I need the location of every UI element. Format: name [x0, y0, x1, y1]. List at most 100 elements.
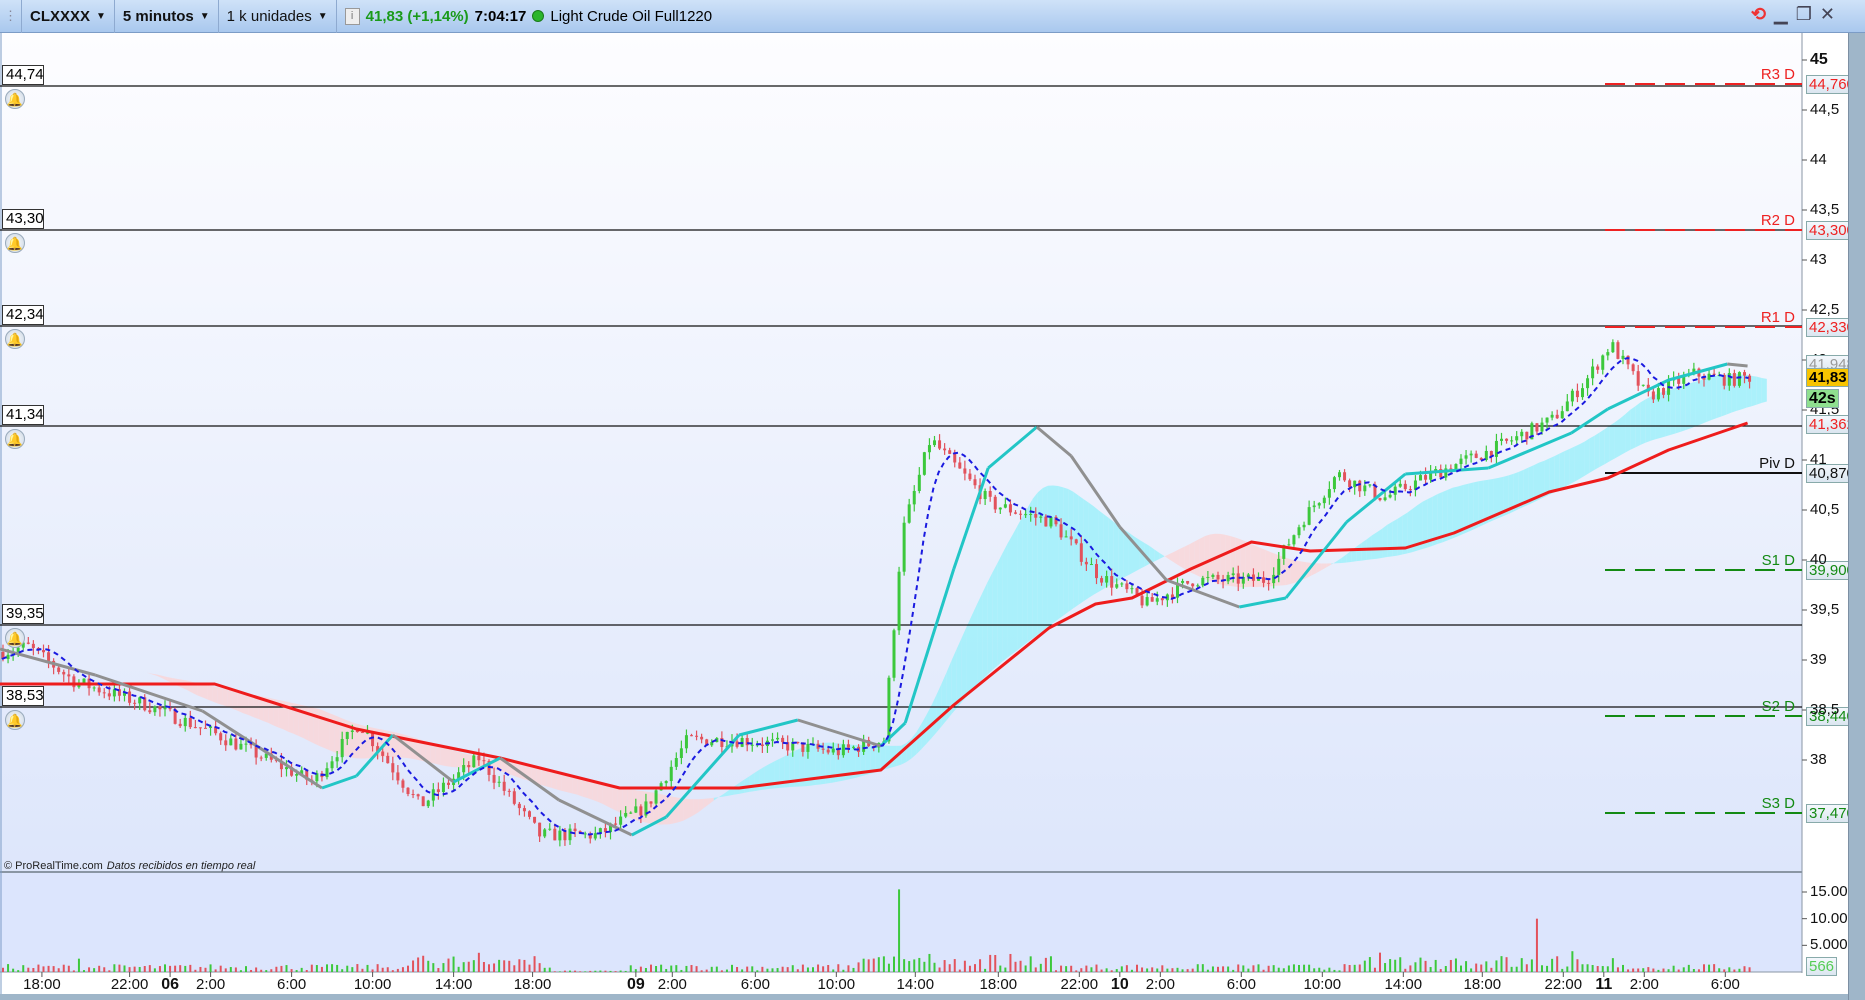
candle-body — [1631, 364, 1635, 372]
ichimoku-cloud-segment — [551, 771, 557, 790]
ichimoku-cloud-segment — [232, 690, 238, 711]
bell-icon[interactable]: 🔔 — [5, 429, 25, 449]
ichimoku-cloud-segment — [1630, 406, 1636, 450]
side-panel-strip[interactable] — [1848, 33, 1865, 1000]
candle-body — [543, 829, 547, 837]
alert-label[interactable]: 39,35 — [2, 604, 44, 624]
candle-body — [1155, 598, 1159, 602]
candle-body — [1535, 423, 1539, 432]
ichimoku-cloud-segment — [1756, 376, 1762, 405]
price-tick-label: 38,5 — [1810, 701, 1840, 718]
candle-body — [927, 445, 931, 453]
ichimoku-cloud-segment — [597, 783, 603, 804]
ichimoku-cloud-segment — [536, 767, 542, 786]
candle-body — [26, 642, 30, 644]
ichimoku-cloud-segment — [1594, 432, 1600, 470]
ichimoku-cloud-segment — [329, 712, 335, 753]
restore-icon[interactable]: ❐ — [1796, 4, 1812, 25]
candle — [897, 566, 901, 635]
price-tick-label: 40 — [1810, 551, 1827, 568]
drag-handle-icon[interactable]: ⋮ — [0, 0, 22, 33]
candle-body — [1586, 378, 1590, 389]
ichimoku-cloud-segment — [445, 748, 451, 767]
candle-body — [1100, 578, 1104, 583]
ichimoku-cloud-segment — [1711, 375, 1717, 421]
candle-body — [153, 706, 157, 713]
candle-body — [1029, 513, 1033, 515]
chevron-down-icon: ▼ — [96, 10, 106, 22]
alert-label[interactable]: 41,34 — [2, 405, 44, 425]
candle-body — [1494, 440, 1498, 457]
candle-body — [912, 490, 916, 505]
candle-body — [340, 738, 344, 758]
chart-toolbar: ⋮ CLXXXX ▼ 5 minutos ▼ 1 k unidades ▼ i 41,… — [0, 0, 1865, 33]
candle-body — [477, 755, 481, 761]
bell-icon[interactable]: 🔔 — [5, 233, 25, 253]
time-tick-label: 14:00 — [896, 976, 935, 993]
alert-label[interactable]: 42,34 — [2, 305, 44, 325]
refresh-icon[interactable]: ⟲ — [1751, 4, 1766, 25]
candle-body — [1505, 438, 1509, 441]
alert-label[interactable]: 43,30 — [2, 209, 44, 229]
bell-icon[interactable]: 🔔 — [5, 710, 25, 730]
candle-body — [112, 689, 116, 697]
bottom-tabs[interactable] — [0, 994, 1848, 1000]
candle-body — [1019, 513, 1023, 515]
pivot-name: R3 D — [1760, 66, 1795, 83]
ichimoku-cloud-segment — [1371, 532, 1377, 560]
candle-body — [472, 755, 476, 768]
candle-body — [97, 687, 101, 693]
close-icon[interactable]: ✕ — [1820, 4, 1835, 25]
candle-body — [1560, 411, 1564, 419]
minimize-icon[interactable]: ▁ — [1774, 4, 1788, 25]
candle-body — [1515, 436, 1519, 441]
ichimoku-cloud-segment — [1047, 485, 1053, 627]
candle-body — [1024, 514, 1028, 516]
candle-body — [1555, 414, 1559, 419]
bell-icon[interactable]: 🔔 — [5, 329, 25, 349]
candle-body — [1611, 342, 1615, 353]
candle-body — [649, 801, 653, 804]
ichimoku-cloud-segment — [1012, 525, 1018, 654]
time-tick-label: 10:00 — [1303, 976, 1342, 993]
candle-body — [897, 571, 901, 631]
candle-body — [133, 702, 137, 704]
ichimoku-cloud-segment — [572, 776, 578, 795]
candle-body — [330, 761, 334, 769]
ichimoku-cloud-segment — [303, 705, 309, 741]
ichimoku-cloud-segment — [1640, 399, 1646, 446]
candle-body — [1459, 458, 1463, 465]
candle-body — [1393, 486, 1397, 495]
ichimoku-cloud-segment — [992, 563, 998, 671]
symbol-selector[interactable]: CLXXXX ▼ — [22, 0, 115, 33]
candle-body — [416, 794, 420, 797]
bell-icon[interactable]: 🔔 — [5, 89, 25, 109]
bell-icon[interactable]: 🔔 — [5, 628, 25, 648]
candle-body — [1297, 527, 1301, 536]
ichimoku-cloud-segment — [1554, 453, 1560, 493]
price-chart[interactable] — [0, 33, 1848, 1000]
ichimoku-cloud-segment — [237, 691, 243, 714]
ichimoku-cloud-segment — [1017, 516, 1023, 650]
units-selector[interactable]: 1 k unidades ▼ — [219, 0, 337, 33]
candle-body — [396, 772, 400, 781]
candle-body — [528, 811, 531, 817]
ichimoku-cloud-segment — [1382, 524, 1388, 558]
candle-body — [47, 652, 51, 661]
alert-label[interactable]: 38,53 — [2, 686, 44, 706]
candle-body — [1302, 524, 1306, 528]
candle-body — [1277, 558, 1281, 575]
candle-body — [1145, 597, 1149, 606]
candle-body — [993, 496, 997, 510]
candle-body — [922, 452, 926, 475]
candle-body — [664, 781, 668, 784]
copyright: © ProRealTime.com — [4, 860, 103, 872]
timeframe-selector[interactable]: 5 minutos ▼ — [115, 0, 219, 33]
candle-body — [1084, 561, 1088, 565]
candle-body — [1368, 484, 1372, 486]
time-tick-label: 2:00 — [195, 976, 226, 993]
ichimoku-cloud-segment — [987, 572, 993, 675]
candle-body — [244, 743, 248, 745]
info-icon[interactable]: i — [344, 7, 360, 25]
alert-label[interactable]: 44,74 — [2, 65, 44, 85]
